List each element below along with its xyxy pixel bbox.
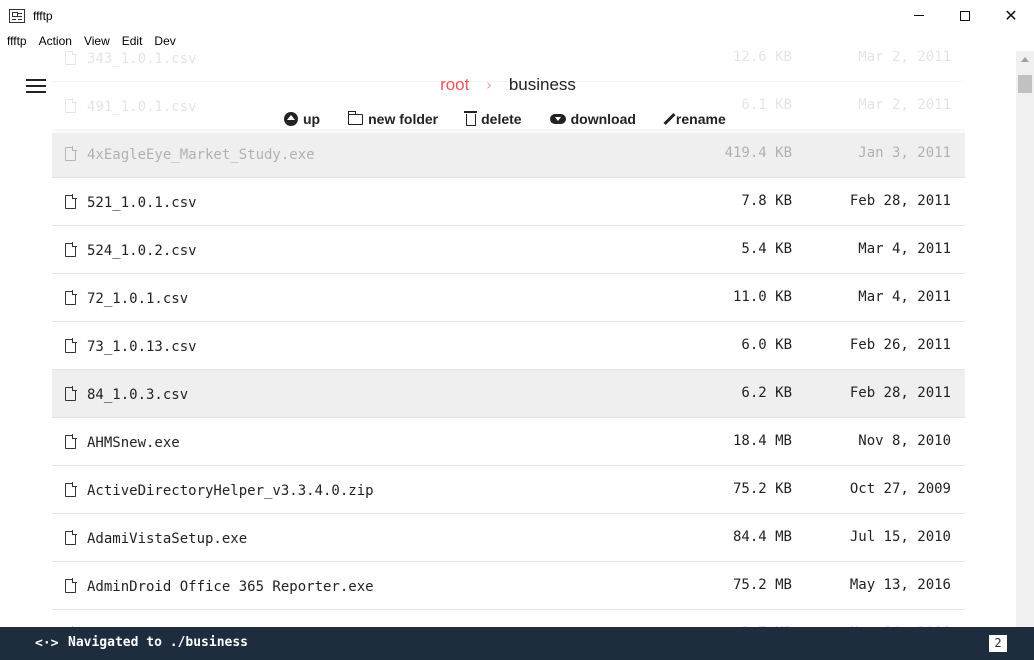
- delete-button[interactable]: delete: [464, 111, 522, 127]
- minimize-icon: [914, 15, 924, 16]
- file-icon: [65, 290, 77, 305]
- file-date: Feb 28, 2011: [849, 193, 951, 209]
- trash-icon: [464, 111, 478, 126]
- file-size: 84.4 MB: [732, 529, 792, 545]
- table-row[interactable]: ActiveDirectoryHelper_v3.3.4.0.zip 75.2 K…: [52, 466, 965, 514]
- file-name: 521_1.0.1.csv: [87, 195, 197, 211]
- maximize-button[interactable]: [942, 0, 988, 31]
- download-label: download: [570, 111, 636, 127]
- file-size: 75.2 MB: [732, 577, 792, 593]
- table-row[interactable]: 84_1.0.3.csv 6.2 KB Feb 28, 2011: [52, 370, 965, 418]
- file-size: 7.8 KB: [741, 193, 792, 209]
- folder-icon: [347, 110, 364, 125]
- pencil-icon: [663, 112, 676, 126]
- rename-button[interactable]: rename: [663, 111, 726, 127]
- file-date: Feb 26, 2011: [849, 337, 951, 353]
- header-overlay: root › business up new folder delete dow…: [0, 51, 1016, 133]
- new-folder-label: new folder: [368, 111, 439, 127]
- file-icon: [65, 194, 77, 209]
- close-button[interactable]: ✕: [988, 0, 1034, 31]
- file-date: Jul 15, 2010: [849, 529, 951, 545]
- action-toolbar: up new folder delete download rename: [284, 110, 754, 127]
- file-icon: [65, 242, 77, 257]
- file-size: 11.0 KB: [732, 289, 792, 305]
- menu-view[interactable]: View: [78, 34, 116, 48]
- file-name: AdamiVistaSetup.exe: [87, 531, 248, 547]
- rename-label: rename: [675, 111, 726, 127]
- new-folder-button[interactable]: new folder: [347, 110, 439, 127]
- file-date: May 13, 2016: [849, 577, 951, 593]
- scroll-up-arrow-icon[interactable]: [1021, 57, 1029, 62]
- file-date: Mar 4, 2011: [858, 289, 951, 305]
- file-icon: [65, 578, 77, 593]
- table-row[interactable]: AdminMonitoring-v0.1a.zip2.7 MBNov 14, 2…: [52, 610, 965, 627]
- breadcrumb-root[interactable]: root: [440, 75, 469, 94]
- maximize-icon: [960, 10, 970, 21]
- window-controls: ✕: [896, 0, 1034, 31]
- minimize-button[interactable]: [896, 0, 942, 31]
- arrow-up-circle-icon: [284, 112, 298, 126]
- file-name: ActiveDirectoryHelper_v3.3.4.0.zip: [87, 483, 374, 499]
- code-arrows-icon: <·>: [35, 636, 59, 651]
- table-row[interactable]: 521_1.0.1.csv 7.8 KB Feb 28, 2011: [52, 178, 965, 226]
- download-button[interactable]: download: [549, 111, 636, 127]
- file-date: Mar 4, 2011: [858, 241, 951, 257]
- file-name: 4xEagleEye_Market_Study.exe: [87, 147, 315, 163]
- title-bar: ffftp ✕: [0, 0, 1034, 31]
- file-name: 73_1.0.13.csv: [87, 339, 197, 355]
- file-date: Oct 27, 2009: [849, 481, 951, 497]
- menu-action[interactable]: Action: [33, 34, 78, 48]
- up-label: up: [303, 111, 321, 127]
- status-bar: <·> Navigated to ./business 2: [0, 627, 1034, 660]
- file-icon: [65, 482, 77, 497]
- file-date: Feb 28, 2011: [849, 385, 951, 401]
- table-row[interactable]: 4xEagleEye_Market_Study.exe 419.4 KB Jan 3…: [52, 130, 965, 178]
- file-icon: [65, 530, 77, 545]
- table-row[interactable]: AHMSnew.exe 18.4 MB Nov 8, 2010: [52, 418, 965, 466]
- window-title: ffftp: [33, 8, 53, 23]
- file-size: 75.2 KB: [732, 481, 792, 497]
- file-name: 84_1.0.3.csv: [87, 387, 189, 403]
- file-name: 72_1.0.1.csv: [87, 291, 189, 307]
- delete-label: delete: [481, 111, 522, 127]
- file-date: Nov 8, 2010: [858, 433, 951, 449]
- notification-count-badge[interactable]: 2: [989, 635, 1007, 652]
- file-size: 419.4 KB: [724, 145, 792, 161]
- table-row[interactable]: 524_1.0.2.csv 5.4 KB Mar 4, 2011: [52, 226, 965, 274]
- file-icon: [65, 146, 77, 161]
- vertical-scrollbar[interactable]: [1016, 51, 1034, 627]
- file-size: 5.4 KB: [741, 241, 792, 257]
- scroll-thumb[interactable]: [1018, 75, 1032, 93]
- menu-dev[interactable]: Dev: [148, 34, 181, 48]
- close-icon: ✕: [1004, 6, 1018, 25]
- file-name: 524_1.0.2.csv: [87, 243, 197, 259]
- up-button[interactable]: up: [284, 111, 320, 127]
- file-size: 6.0 KB: [741, 337, 792, 353]
- breadcrumb: root › business: [0, 75, 1016, 95]
- menu-ffftp[interactable]: ffftp: [0, 34, 33, 48]
- file-icon: [65, 386, 77, 401]
- file-icon: [65, 434, 77, 449]
- table-row[interactable]: AdamiVistaSetup.exe 84.4 MB Jul 15, 2010: [52, 514, 965, 562]
- table-row[interactable]: 72_1.0.1.csv 11.0 KB Mar 4, 2011: [52, 274, 965, 322]
- file-name: AdminDroid Office 365 Reporter.exe: [87, 579, 374, 595]
- status-message: Navigated to ./business: [68, 635, 249, 650]
- file-date: Jan 3, 2011: [858, 145, 951, 161]
- file-size: 6.2 KB: [741, 385, 792, 401]
- menu-bar: ffftp Action View Edit Dev: [0, 31, 1034, 51]
- chevron-right-icon: ›: [486, 76, 493, 94]
- file-list: 343_1.0.1.csv12.6 KBMar 2, 2011491_1.0.1…: [52, 51, 965, 627]
- app-icon: [9, 8, 25, 23]
- table-row[interactable]: 73_1.0.13.csv 6.0 KB Feb 26, 2011: [52, 322, 965, 370]
- file-icon: [65, 338, 77, 353]
- main-content: 343_1.0.1.csv12.6 KBMar 2, 2011491_1.0.1…: [0, 51, 1016, 627]
- file-size: 18.4 MB: [732, 433, 792, 449]
- menu-edit[interactable]: Edit: [116, 34, 149, 48]
- breadcrumb-current: business: [508, 75, 576, 94]
- table-row[interactable]: AdminDroid Office 365 Reporter.exe 75.2 M…: [52, 562, 965, 610]
- cloud-download-icon: [549, 114, 566, 124]
- file-name: AHMSnew.exe: [87, 435, 180, 451]
